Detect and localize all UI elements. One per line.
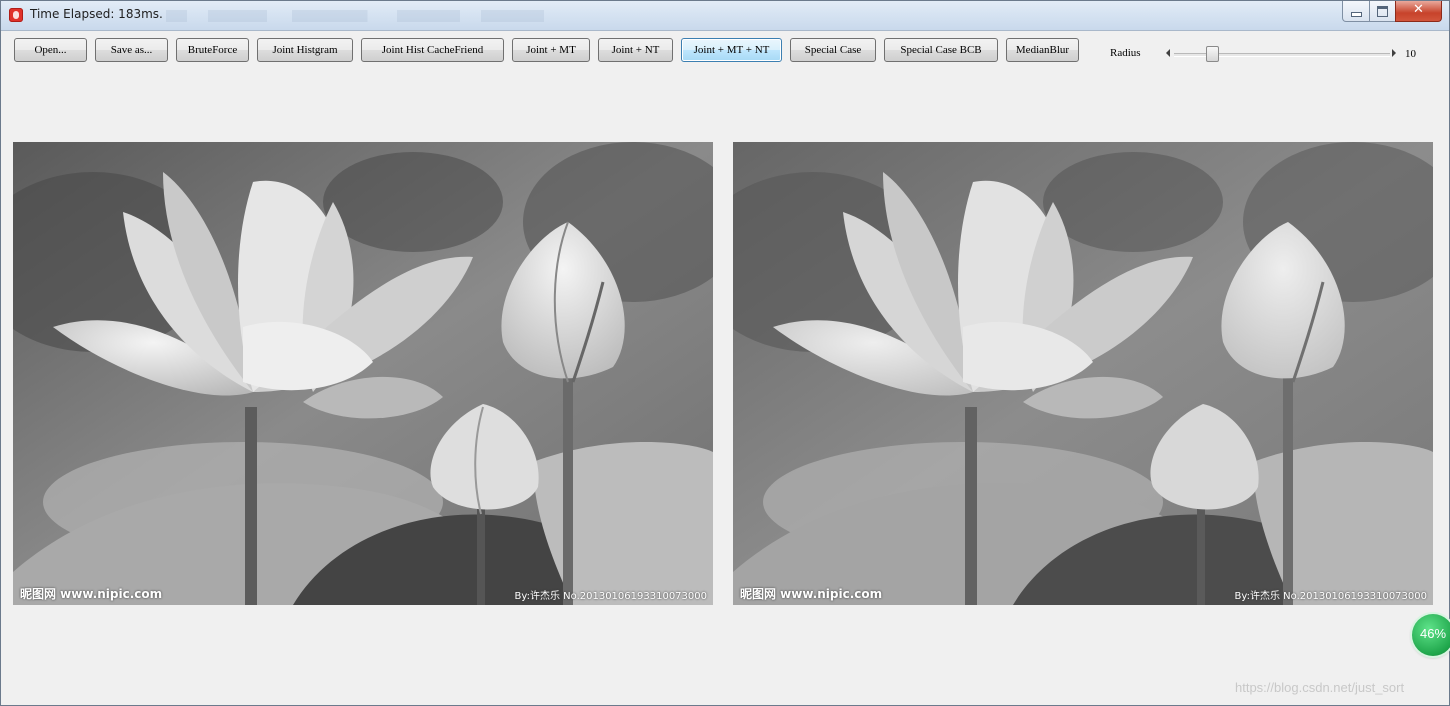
close-icon: ✕ [1413, 2, 1424, 17]
close-button[interactable]: ✕ [1395, 1, 1442, 22]
radius-slider[interactable] [1164, 45, 1400, 63]
joint-nt-button[interactable]: Joint + NT [598, 38, 673, 62]
save-as-button[interactable]: Save as... [95, 38, 168, 62]
filtered-lotus-photo [733, 142, 1433, 605]
minimize-button[interactable] [1342, 1, 1370, 22]
special-case-bcb-button[interactable]: Special Case BCB [884, 38, 998, 62]
slider-left-arrow-icon[interactable] [1166, 49, 1170, 57]
median-blur-button[interactable]: MedianBlur [1006, 38, 1079, 62]
maximize-button[interactable] [1369, 1, 1396, 22]
source-watermark: https://blog.csdn.net/just_sort [1235, 680, 1405, 695]
original-watermark-left: 昵图网 www.nipic.com [20, 587, 163, 601]
radius-label: Radius [1110, 47, 1141, 59]
window-title: Time Elapsed: 183ms. [30, 7, 163, 21]
radius-value: 10 [1405, 48, 1416, 60]
brute-force-button[interactable]: BruteForce [176, 38, 249, 62]
original-lotus-photo [13, 142, 713, 605]
open-button[interactable]: Open... [14, 38, 87, 62]
main-window: Time Elapsed: 183ms. ✕ Open... Save as..… [0, 0, 1450, 706]
progress-badge[interactable]: 46% [1412, 614, 1450, 656]
joint-histgram-button[interactable]: Joint Histgram [257, 38, 353, 62]
app-icon [9, 8, 23, 22]
original-watermark-right: By:许杰乐 No.20130106193310073000 [514, 591, 707, 602]
progress-badge-label: 46% [1419, 626, 1447, 641]
title-bar[interactable]: Time Elapsed: 183ms. ✕ [1, 1, 1449, 31]
joint-mt-button[interactable]: Joint + MT [512, 38, 590, 62]
filtered-watermark-right: By:许杰乐 No.20130106193310073000 [1234, 591, 1427, 602]
filtered-watermark-left: 昵图网 www.nipic.com [740, 587, 883, 601]
slider-thumb[interactable] [1206, 46, 1220, 62]
slider-right-arrow-icon[interactable] [1392, 49, 1396, 57]
title-bar-ghost-text [166, 10, 586, 22]
joint-hist-cachefriend-button[interactable]: Joint Hist CacheFriend [361, 38, 504, 62]
original-image: 昵图网 www.nipic.com By:许杰乐 No.201301061933… [13, 142, 713, 605]
filtered-image: 昵图网 www.nipic.com By:许杰乐 No.201301061933… [733, 142, 1433, 605]
special-case-button[interactable]: Special Case [790, 38, 876, 62]
joint-mt-nt-button[interactable]: Joint + MT + NT [681, 38, 782, 62]
